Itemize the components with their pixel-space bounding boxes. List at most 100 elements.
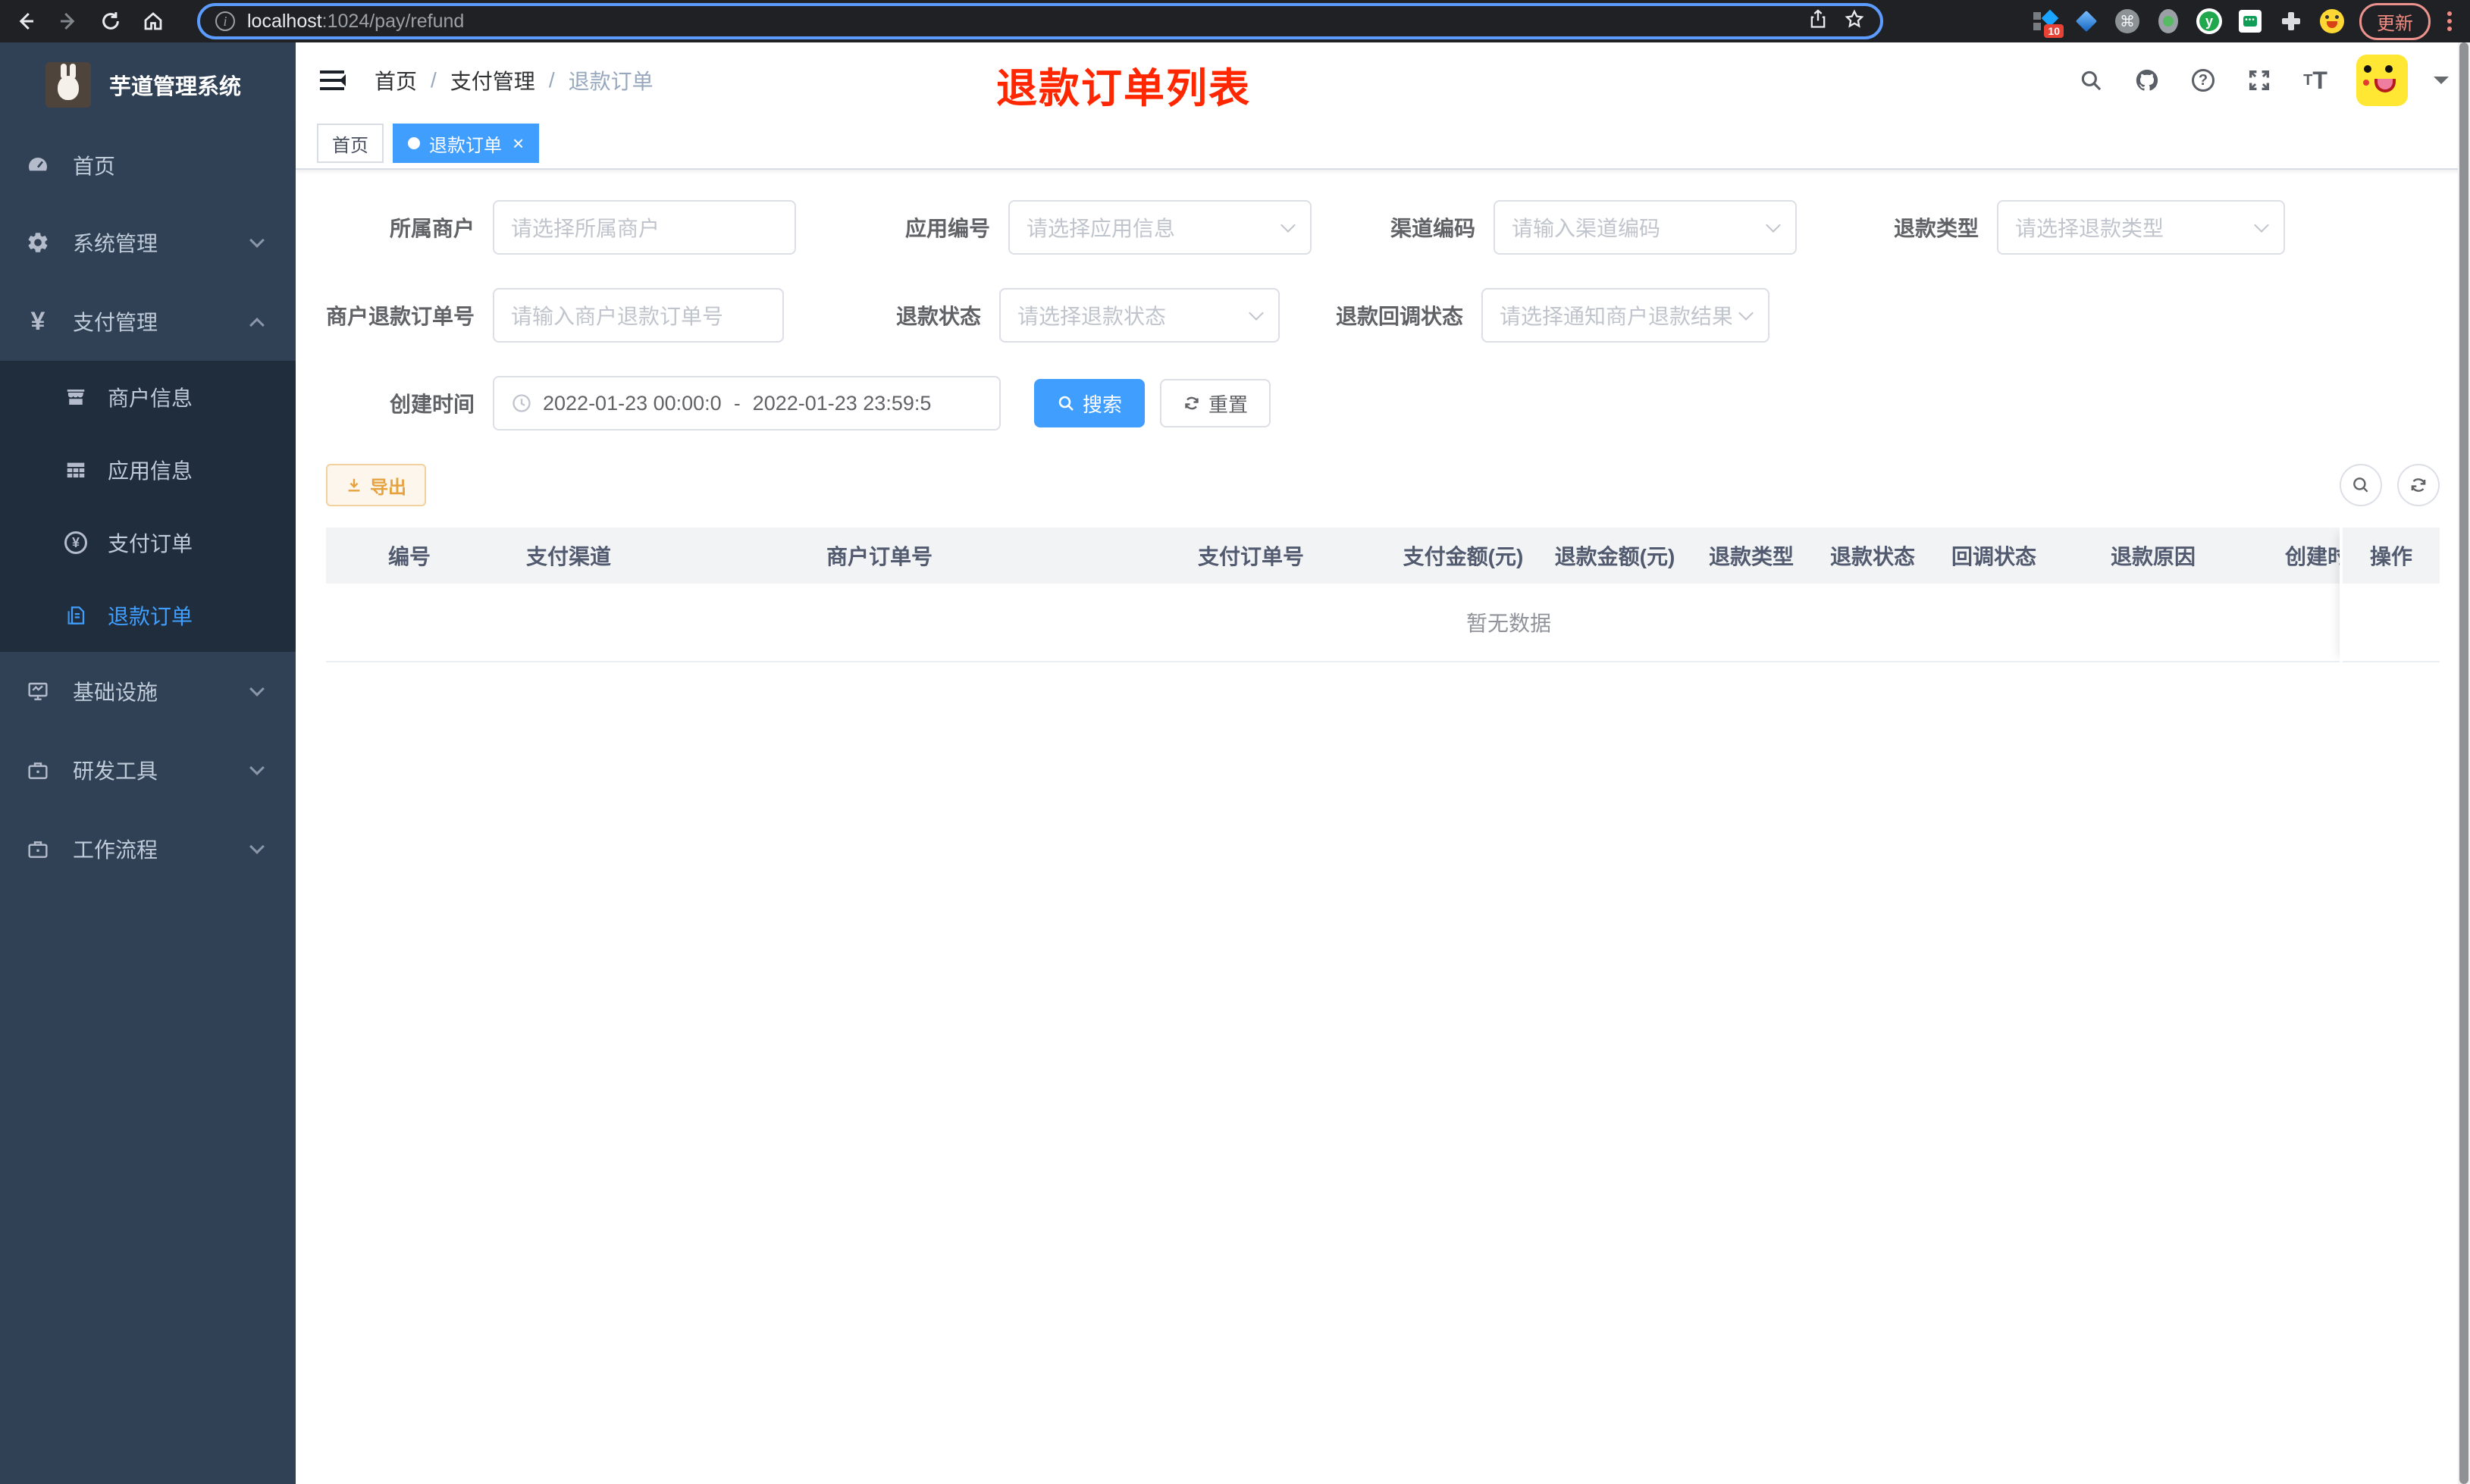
filter-label-refund-status: 退款状态 xyxy=(895,305,981,328)
browser-menu-icon[interactable] xyxy=(2447,11,2452,31)
sidebar-item-app-info[interactable]: 应用信息 xyxy=(0,434,296,506)
filter-label-refund-type: 退款类型 xyxy=(1893,217,1979,240)
tab-home[interactable]: 首页 xyxy=(317,124,384,163)
breadcrumb: 首页 / 支付管理 / 退款订单 xyxy=(375,65,654,95)
sidebar-item-system[interactable]: 系统管理 xyxy=(0,203,296,282)
active-dot-icon xyxy=(408,137,420,149)
reset-button[interactable]: 重置 xyxy=(1160,379,1271,427)
merchant-select[interactable]: 请选择所属商户 xyxy=(493,200,796,255)
col-refund-type: 退款类型 xyxy=(1708,545,1794,568)
filter-label-merchant-refund-no: 商户退款订单号 xyxy=(326,305,475,328)
chevron-down-icon xyxy=(1738,305,1754,321)
chrome-update-button[interactable]: 更新 xyxy=(2359,2,2431,40)
sidebar-logo[interactable]: 芋道管理系统 xyxy=(0,42,296,127)
table-empty-row: 暂无数据 xyxy=(326,584,2440,662)
page-scrollbar[interactable] xyxy=(2458,42,2470,1484)
tab-refund-order[interactable]: 退款订单 × xyxy=(393,124,540,163)
export-button[interactable]: 导出 xyxy=(326,464,426,506)
sidebar-item-refund-order[interactable]: 退款订单 xyxy=(0,579,296,652)
sidebar-item-infra[interactable]: 基础设施 xyxy=(0,652,296,731)
filter-label-app-no: 应用编号 xyxy=(904,217,990,240)
chevron-down-icon xyxy=(2254,218,2269,233)
breadcrumb-home[interactable]: 首页 xyxy=(375,65,417,95)
url-text: localhost:1024/pay/refund xyxy=(247,10,465,32)
browser-forward-icon[interactable] xyxy=(52,5,85,38)
share-icon[interactable] xyxy=(1807,8,1829,36)
empty-placeholder: 暂无数据 xyxy=(1465,612,1551,635)
breadcrumb-section[interactable]: 支付管理 xyxy=(450,65,535,95)
create-time-range-picker[interactable]: 2022-01-23 00:00:00 - 2022-01-23 23:59:5… xyxy=(493,376,1001,430)
gear-icon xyxy=(24,229,52,256)
yen-icon: ¥ xyxy=(30,306,45,336)
chevron-down-icon xyxy=(1766,218,1781,233)
briefcase-icon xyxy=(24,756,52,784)
sidebar-item-home[interactable]: 首页 xyxy=(0,127,296,203)
extension-emoji-icon[interactable] xyxy=(2318,8,2346,35)
help-icon[interactable]: ? xyxy=(2188,65,2218,95)
table-header-row: 编号 支付渠道 商户订单号 支付订单号 支付金额(元) 退款金额(元) 退款类型… xyxy=(326,528,2440,584)
page-content: 所属商户 请选择所属商户 应用编号 请选择应用信息 渠道编码 请输入渠道编码 退… xyxy=(296,170,2470,1484)
browser-reload-icon[interactable] xyxy=(94,5,127,38)
extension-badge: 10 xyxy=(2044,24,2064,38)
extension-command-icon[interactable]: ⌘ xyxy=(2114,8,2141,35)
filter-label-merchant: 所属商户 xyxy=(389,217,475,240)
page-info-icon[interactable]: i xyxy=(215,11,235,31)
chevron-down-icon xyxy=(249,681,265,697)
col-refund-reason: 退款原因 xyxy=(2110,545,2196,568)
clock-icon xyxy=(511,393,543,414)
user-avatar[interactable] xyxy=(2356,55,2408,106)
col-pay-amount: 支付金额(元) xyxy=(1403,545,1524,568)
filter-label-channel-code: 渠道编码 xyxy=(1390,217,1475,240)
browser-home-icon[interactable] xyxy=(136,5,170,38)
extension-kite-icon[interactable] xyxy=(2073,8,2100,35)
extensions-puzzle-icon[interactable] xyxy=(2277,8,2305,35)
dashboard-icon xyxy=(24,152,52,179)
range-end-value: 2022-01-23 23:59:59 xyxy=(752,391,932,415)
filter-label-create-time: 创建时间 xyxy=(389,393,475,416)
merchant-refund-no-input[interactable]: 请输入商户退款订单号 xyxy=(493,288,784,343)
shop-icon xyxy=(64,385,88,409)
refresh-button[interactable] xyxy=(2397,464,2440,506)
extension-chat-icon[interactable]: ••• xyxy=(2236,8,2264,35)
sidebar-item-pay[interactable]: ¥ 支付管理 xyxy=(0,282,296,361)
col-pay-channel: 支付渠道 xyxy=(525,545,611,568)
address-bar[interactable]: i localhost:1024/pay/refund xyxy=(197,3,1883,39)
chevron-down-icon xyxy=(249,233,265,248)
browser-extensions-area: 10 ⌘ y ••• 更新 xyxy=(2032,0,2458,42)
app-no-select[interactable]: 请选择应用信息 xyxy=(1008,200,1312,255)
browser-back-icon[interactable] xyxy=(9,5,42,38)
refund-table: 编号 支付渠道 商户订单号 支付订单号 支付金额(元) 退款金额(元) 退款类型… xyxy=(326,528,2440,662)
sidebar-collapse-icon[interactable] xyxy=(311,55,362,106)
tab-close-icon[interactable]: × xyxy=(512,133,524,153)
col-merchant-order-no: 商户订单号 xyxy=(826,545,933,568)
avatar-caret-icon[interactable] xyxy=(2434,77,2449,92)
font-size-icon[interactable]: TT xyxy=(2300,65,2331,95)
search-icon[interactable] xyxy=(2076,65,2106,95)
scrollbar-thumb[interactable] xyxy=(2459,42,2468,1484)
fullscreen-icon[interactable] xyxy=(2244,65,2274,95)
col-notify-status: 回调状态 xyxy=(1951,545,2036,568)
sidebar-item-workflow[interactable]: 工作流程 xyxy=(0,809,296,888)
chevron-down-icon xyxy=(1280,218,1296,233)
briefcase-icon xyxy=(24,835,52,863)
channel-code-select[interactable]: 请输入渠道编码 xyxy=(1494,200,1797,255)
toggle-search-button[interactable] xyxy=(2340,464,2382,506)
extension-grid-icon[interactable]: 10 xyxy=(2032,8,2064,38)
pay-submenu: 商户信息 应用信息 ¥ 支付订单 退款订单 xyxy=(0,361,296,652)
sidebar-item-pay-order[interactable]: ¥ 支付订单 xyxy=(0,506,296,579)
refund-status-select[interactable]: 请选择退款状态 xyxy=(999,288,1280,343)
chevron-up-icon xyxy=(249,318,265,333)
browser-toolbar: i localhost:1024/pay/refund 10 ⌘ y ••• 更… xyxy=(0,0,2470,42)
extension-recorder-icon[interactable] xyxy=(2155,8,2182,35)
sidebar-item-devtool[interactable]: 研发工具 xyxy=(0,731,296,809)
top-navbar: 首页 / 支付管理 / 退款订单 退款订单列表 ? TT xyxy=(296,42,2470,118)
notify-status-select[interactable]: 请选择通知商户退款结果的 xyxy=(1481,288,1769,343)
github-icon[interactable] xyxy=(2132,65,2162,95)
refund-type-select[interactable]: 请选择退款类型 xyxy=(1997,200,2285,255)
breadcrumb-current: 退款订单 xyxy=(568,70,654,93)
sidebar-item-merchant-info[interactable]: 商户信息 xyxy=(0,361,296,434)
bookmark-star-icon[interactable] xyxy=(1844,8,1865,36)
col-refund-status: 退款状态 xyxy=(1829,545,1915,568)
search-button[interactable]: 搜索 xyxy=(1034,379,1146,427)
extension-y-icon[interactable]: y xyxy=(2196,8,2223,35)
